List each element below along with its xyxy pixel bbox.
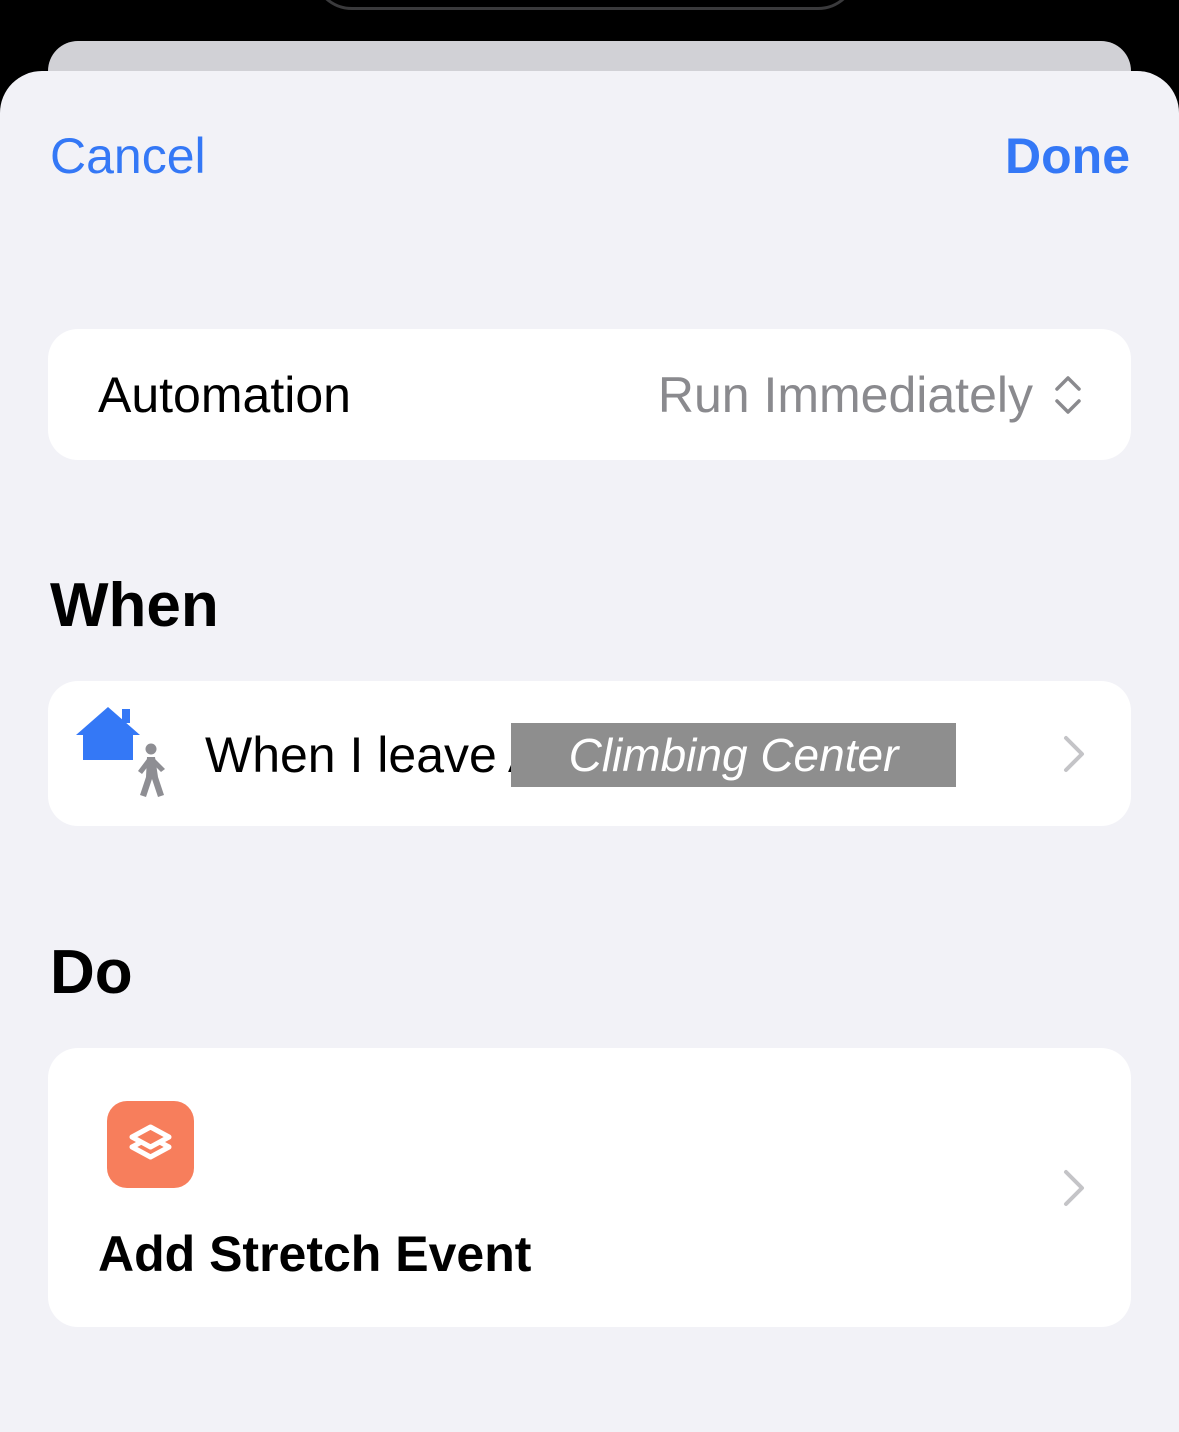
action-title: Add Stretch Event <box>98 1226 532 1282</box>
chevron-up-down-icon <box>1055 376 1081 414</box>
chevron-right-icon <box>1064 736 1084 772</box>
automation-label: Automation <box>98 367 351 423</box>
do-action-row[interactable]: Add Stretch Event <box>48 1048 1131 1327</box>
cancel-button[interactable]: Cancel <box>50 128 206 184</box>
chevron-right-icon <box>1064 1170 1084 1206</box>
device-notch <box>312 0 858 10</box>
automation-settings-card: Automation Run Immediately <box>48 329 1131 460</box>
location-token[interactable]: Climbing Center <box>511 723 956 787</box>
when-trigger-row[interactable]: When I leave A Climbing Center <box>48 681 1131 826</box>
trigger-text: When I leave A <box>205 727 542 783</box>
run-mode-picker[interactable]: Run Immediately <box>658 367 1083 423</box>
done-button[interactable]: Done <box>1005 128 1130 184</box>
leave-home-icon <box>76 707 165 797</box>
automation-editor-sheet: Cancel Done Automation Run Immediately W… <box>0 71 1179 1432</box>
run-mode-value: Run Immediately <box>657 367 1033 423</box>
shortcuts-app-icon <box>107 1101 194 1188</box>
do-heading: Do <box>50 938 133 1007</box>
when-heading: When <box>50 571 219 640</box>
